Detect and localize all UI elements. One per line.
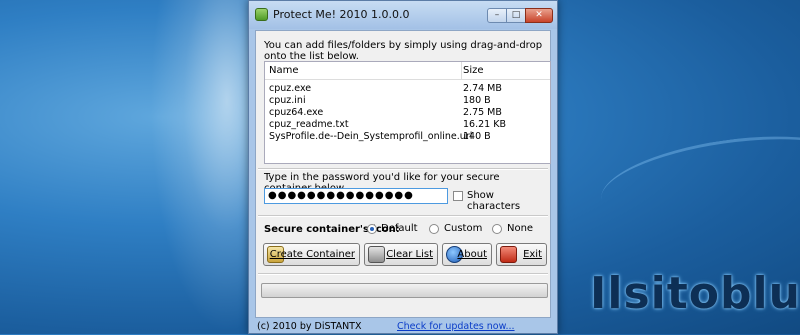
list-item[interactable]: cpuz.ini 180 B	[265, 95, 550, 107]
minimize-button[interactable]: –	[487, 8, 507, 23]
file-name: cpuz_readme.txt	[269, 119, 349, 130]
file-size: 2.74 MB	[463, 83, 502, 94]
radio-none[interactable]	[492, 224, 502, 234]
radio-custom[interactable]	[429, 224, 439, 234]
watermark-logo: Ilsitoblu	[590, 268, 800, 319]
password-field[interactable]: ●●●●●●●●●●●●●●●	[264, 188, 448, 204]
maximize-button[interactable]: □	[506, 8, 526, 23]
file-name: cpuz64.exe	[269, 107, 324, 118]
about-button[interactable]: About	[442, 243, 492, 266]
file-size: 180 B	[463, 95, 491, 106]
show-characters-checkbox[interactable]	[453, 191, 463, 201]
title-bar[interactable]: Protect Me! 2010 1.0.0.0 – □ ✕	[249, 1, 557, 29]
close-button[interactable]: ✕	[525, 8, 553, 23]
file-list[interactable]: Name Size cpuz.exe 2.74 MB cpuz.ini 180 …	[264, 61, 551, 164]
drag-drop-instructions: You can add files/folders by simply usin…	[264, 40, 543, 62]
window-title: Protect Me! 2010 1.0.0.0	[273, 8, 410, 21]
file-name: cpuz.ini	[269, 95, 306, 106]
radio-default-label[interactable]: Default	[381, 223, 418, 234]
radio-none-label[interactable]: None	[507, 223, 533, 234]
create-container-label: Create Container	[269, 249, 355, 260]
show-characters-label[interactable]: Show characters	[467, 190, 550, 212]
divider	[258, 168, 548, 170]
exit-label: Exit	[523, 249, 542, 260]
column-header-name[interactable]: Name	[269, 65, 299, 76]
desktop-swirl-graphic	[595, 122, 800, 241]
check-updates-link[interactable]: Check for updates now...	[397, 321, 515, 332]
about-label: About	[457, 249, 487, 260]
divider	[258, 273, 548, 275]
container-icon-label: Secure container's icon:	[264, 224, 400, 235]
list-item[interactable]: cpuz.exe 2.74 MB	[265, 83, 550, 95]
create-container-button[interactable]: Create Container	[263, 243, 360, 266]
client-area: You can add files/folders by simply usin…	[255, 30, 551, 318]
list-item[interactable]: SysProfile.de--Dein_Systemprofil_online.…	[265, 131, 550, 143]
file-name: SysProfile.de--Dein_Systemprofil_online.…	[269, 131, 473, 142]
shield-icon	[255, 8, 268, 21]
app-window: Protect Me! 2010 1.0.0.0 – □ ✕ You can a…	[248, 0, 558, 334]
exit-button[interactable]: Exit	[496, 243, 547, 266]
file-size: 140 B	[463, 131, 491, 142]
divider	[258, 215, 548, 217]
column-header-size[interactable]: Size	[463, 65, 484, 76]
file-name: cpuz.exe	[269, 83, 312, 94]
status-bar: (c) 2010 by DiSTANTX Check for updates n…	[249, 319, 557, 335]
copyright-text: (c) 2010 by DiSTANTX	[257, 321, 362, 332]
list-item[interactable]: cpuz64.exe 2.75 MB	[265, 107, 550, 119]
exit-icon	[500, 246, 517, 263]
desktop-splash-graphic	[150, 0, 260, 334]
list-item[interactable]: cpuz_readme.txt 16.21 KB	[265, 119, 550, 131]
radio-custom-label[interactable]: Custom	[444, 223, 482, 234]
file-size: 2.75 MB	[463, 107, 502, 118]
trash-icon	[368, 246, 385, 263]
clear-list-button[interactable]: Clear List	[364, 243, 438, 266]
file-list-header: Name Size	[265, 62, 550, 80]
column-separator[interactable]	[461, 62, 462, 79]
clear-list-label: Clear List	[386, 249, 433, 260]
file-size: 16.21 KB	[463, 119, 506, 130]
progress-bar	[261, 283, 548, 298]
radio-default[interactable]	[367, 224, 377, 234]
